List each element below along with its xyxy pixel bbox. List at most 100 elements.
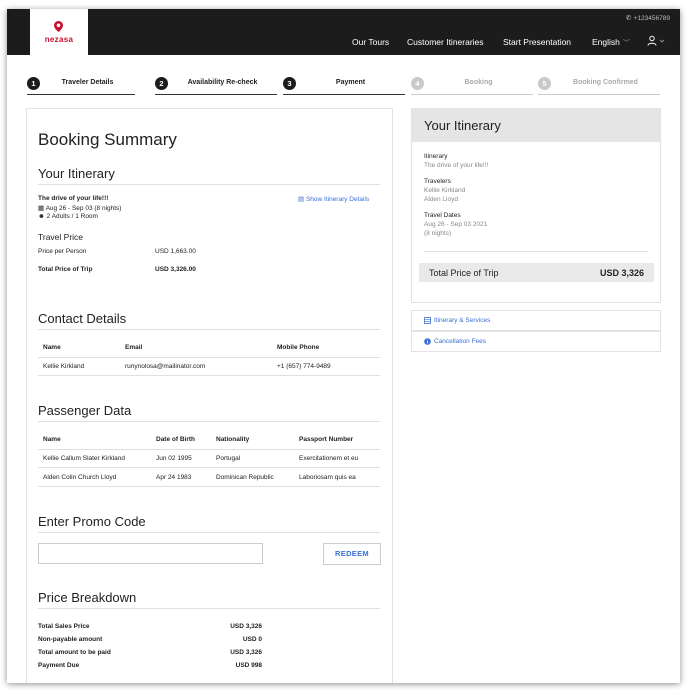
step-label: Availability Re-check <box>187 79 258 86</box>
itinerary-services-label: Itinerary & Services <box>434 317 491 324</box>
step-number: 5 <box>538 77 551 90</box>
contact-name: Kellie Kirkland <box>43 363 85 370</box>
trip-dates-text: Aug 26 - Sep 03 (8 nights) <box>45 205 122 212</box>
nav-customer-itineraries[interactable]: Customer Itineraries <box>407 37 484 47</box>
passenger-1-nationality: Portugal <box>216 455 241 462</box>
sidebar-travelers-label: Travelers <box>424 178 451 185</box>
contact-header-phone: Mobile Phone <box>277 344 320 351</box>
breakdown-label: Total Sales Price <box>38 623 90 630</box>
step-payment[interactable]: 3 Payment <box>283 77 405 95</box>
phone-text: +123456789 <box>633 15 670 22</box>
step-number: 3 <box>283 77 296 90</box>
passenger-1-dob: Jun 02 1995 <box>156 455 192 462</box>
passenger-2-dob: Apr 24 1983 <box>156 474 192 481</box>
brand-name: nezasa <box>44 35 74 44</box>
trip-name: The drive of your life!!! <box>38 195 109 202</box>
price-breakdown-heading: Price Breakdown <box>38 590 137 605</box>
passenger-header-passport: Passport Number <box>299 436 354 443</box>
sidebar-traveler-2: Alden Lloyd <box>424 196 458 203</box>
person-icon: ☻ <box>38 213 47 220</box>
itinerary-sidebar: Your Itinerary Itinerary The drive of yo… <box>411 108 661 303</box>
step-number: 2 <box>155 77 168 90</box>
divider <box>38 449 380 450</box>
promo-code-input[interactable] <box>38 543 263 564</box>
passenger-data-heading: Passenger Data <box>38 403 132 418</box>
sidebar-dates-value: Aug 26 - Sep 03 2021 <box>424 221 488 228</box>
step-booking: 4 Booking <box>411 77 533 95</box>
sidebar-itinerary-value: The drive of your life!!! <box>424 162 489 169</box>
breakdown-value: USD 998 <box>235 662 262 669</box>
itinerary-services-link[interactable]: Itinerary & Services <box>411 310 661 331</box>
contact-header-name: Name <box>43 344 61 351</box>
step-traveler-details[interactable]: 1 Traveler Details <box>27 77 135 95</box>
contact-header-email: Email <box>125 344 143 351</box>
divider <box>38 184 380 185</box>
divider <box>38 329 380 330</box>
breakdown-value: USD 3,326 <box>230 649 262 656</box>
price-per-person-value: USD 1,663.00 <box>155 248 196 255</box>
passenger-2-name: Alden Colin Church Lloyd <box>43 474 117 481</box>
app-window: nezasa ✆ +123456789 Our Tours Customer It… <box>7 9 680 683</box>
breakdown-label: Payment Due <box>38 662 80 669</box>
booking-summary-panel: Booking Summary Your Itinerary The drive… <box>26 108 393 683</box>
language-label: English <box>592 37 620 47</box>
step-label: Booking <box>464 79 493 86</box>
divider <box>38 357 380 358</box>
divider <box>38 375 380 376</box>
divider <box>38 486 380 487</box>
user-menu-icon[interactable] <box>647 35 667 47</box>
contact-details-heading: Contact Details <box>38 311 127 326</box>
sidebar-traveler-1: Kellie Kirkland <box>424 187 466 194</box>
divider <box>38 608 380 609</box>
step-label: Payment <box>335 79 366 86</box>
passenger-1-name: Kellie Callum Slater Kirkland <box>43 455 126 462</box>
top-header: nezasa ✆ +123456789 Our Tours Customer It… <box>7 9 680 55</box>
phone-icon: ✆ <box>625 15 632 22</box>
itinerary-heading: Your Itinerary <box>38 166 115 181</box>
contact-email: runynolosa@mailinator.com <box>125 363 206 370</box>
sidebar-total-label: Total Price of Trip <box>429 268 499 278</box>
calendar-icon: ▦ <box>38 205 46 212</box>
sidebar-title: Your Itinerary <box>424 118 501 133</box>
nav-our-tours[interactable]: Our Tours <box>352 37 389 47</box>
phone-number[interactable]: ✆ +123456789 <box>626 14 670 22</box>
passenger-1-passport: Exercitationem et eu <box>299 455 359 462</box>
redeem-button[interactable]: REDEEM <box>323 543 381 565</box>
language-select[interactable]: English ﹀ <box>592 37 630 48</box>
breakdown-value: USD 3,326 <box>230 623 262 630</box>
sidebar-itinerary-label: Itinerary <box>424 153 448 160</box>
contact-phone: +1 (657) 774-9489 <box>277 363 331 370</box>
breakdown-value: USD 0 <box>242 636 262 643</box>
divider <box>424 251 648 252</box>
promo-code-heading: Enter Promo Code <box>38 514 146 529</box>
info-icon <box>424 338 431 345</box>
step-label: Booking Confirmed <box>573 79 638 86</box>
show-itinerary-details-link[interactable]: ▤ Show Itinerary Details <box>298 195 369 203</box>
step-availability-recheck[interactable]: 2 Availability Re-check <box>155 77 277 95</box>
passenger-header-nationality: Nationality <box>216 436 250 443</box>
step-label: Traveler Details <box>61 79 114 86</box>
passenger-2-passport: Laboriosam quis ea <box>299 474 356 481</box>
cancellation-fees-label: Cancellation Fees <box>434 338 487 345</box>
step-number: 1 <box>27 77 40 90</box>
list-icon <box>424 317 431 324</box>
divider <box>38 467 380 468</box>
divider <box>38 421 380 422</box>
page-title: Booking Summary <box>38 130 177 149</box>
price-per-person-label: Price per Person <box>38 248 87 255</box>
nav-start-presentation[interactable]: Start Presentation <box>503 37 571 47</box>
trip-dates: ▦ Aug 26 - Sep 03 (8 nights) <box>38 204 121 212</box>
breakdown-label: Non-payable amount <box>38 636 103 643</box>
nezasa-logo-icon <box>54 21 63 32</box>
total-price-label: Total Price of Trip <box>38 266 93 273</box>
step-number: 4 <box>411 77 424 90</box>
show-itinerary-details-label: Show Itinerary Details <box>305 196 370 203</box>
passenger-header-dob: Date of Birth <box>156 436 195 443</box>
logo[interactable]: nezasa <box>30 9 88 55</box>
sidebar-dates-label: Travel Dates <box>424 212 461 219</box>
sidebar-header: Your Itinerary <box>412 109 660 142</box>
sidebar-total-value: USD 3,326 <box>599 268 644 278</box>
breakdown-label: Total amount to be paid <box>38 649 111 656</box>
cancellation-fees-link[interactable]: Cancellation Fees <box>411 331 661 352</box>
trip-pax: ☻ 2 Adults / 1 Room <box>38 213 98 220</box>
